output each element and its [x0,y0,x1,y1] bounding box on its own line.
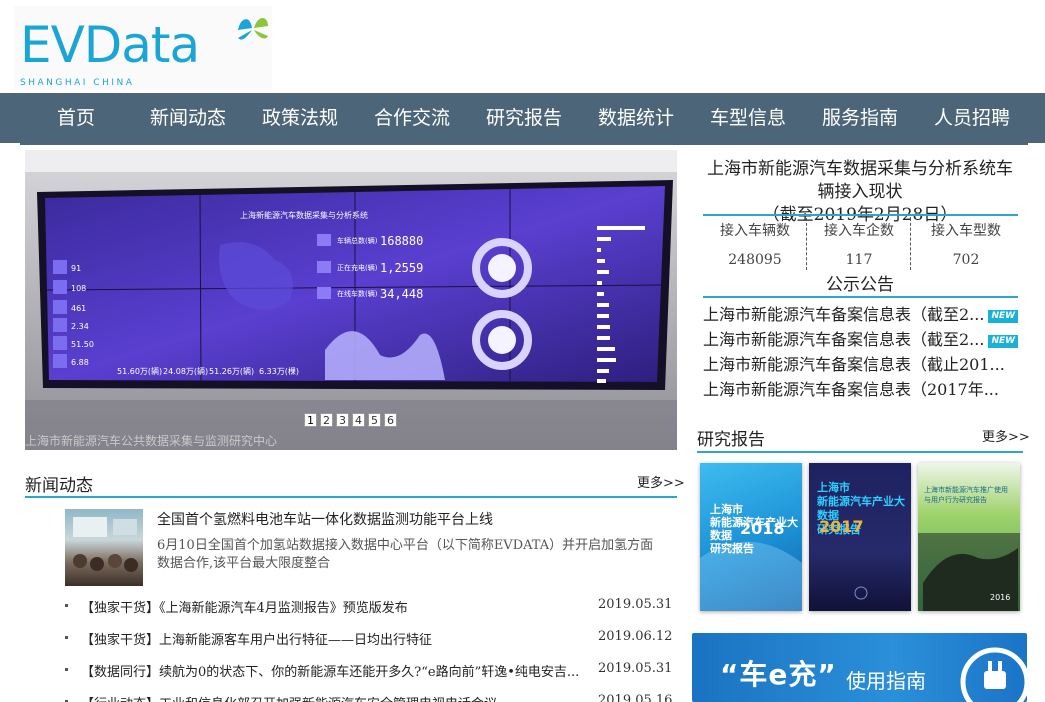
report-cover-2016[interactable]: 上海市新能源汽车推广使用 与用户行为研究报告 2016 [918,463,1020,611]
news-feature-thumbnail[interactable] [65,509,143,586]
pager-dot-2[interactable]: 2 [320,413,333,427]
svg-text:24.08万(辆): 24.08万(辆) [163,366,208,376]
report-cover-2017[interactable]: 上海市 新能源汽车产业大数据 研究报告 2017 [809,463,911,611]
nav-divider [20,143,1028,145]
news-feature-summary: 6月10日全国首个加氢站数据接入数据中心平台（以下简称EVDATA）并开启加氢方… [157,538,654,571]
nav-item-statistics[interactable]: 数据统计 [580,93,692,143]
svg-text:6.33万(棵): 6.33万(棵) [259,366,299,376]
svg-text:正在充电(辆): 正在充电(辆) [337,263,378,272]
news-title: 新闻动态 [25,476,93,496]
site-header: EVData SHANGHAI CHINA [0,0,1045,93]
nav-item-service[interactable]: 服务指南 [804,93,916,143]
report-year: 2016 [990,593,1011,602]
notice-divider [703,296,1018,298]
butterfly-icon [238,18,268,40]
svg-text:34,448: 34,448 [380,287,423,301]
stats-divider [703,214,1018,216]
plug-icon [960,647,1027,702]
new-badge: NEW [988,310,1019,323]
new-badge: NEW [988,335,1019,348]
evdata-logo[interactable]: EVData SHANGHAI CHINA [14,6,272,90]
pager-dot-5[interactable]: 5 [368,413,381,427]
banner-title: “车e充” [720,658,837,691]
report-year: 2018 [740,519,785,538]
main-nav: 首页 新闻动态 政策法规 合作交流 研究报告 数据统计 车型信息 服务指南 人员… [0,93,1045,143]
logo-wordmark: EVData [20,16,200,74]
monitoring-center-image: 上海新能源汽车数据采集与分析系统 91 108 461 2.34 51.50 6… [25,150,677,450]
bottom-stat-row: 51.60万(辆) 24.08万(辆) 51.26万(辆) 6.33万(棵) [117,366,299,376]
pager-dot-1[interactable]: 1 [304,413,317,427]
svg-text:168880: 168880 [380,234,423,248]
svg-text:461: 461 [71,304,86,313]
notice-item[interactable]: 上海市新能源汽车备案信息表（截止201... [703,351,1023,375]
svg-text:1,2559: 1,2559 [380,261,423,275]
nav-item-policy[interactable]: 政策法规 [244,93,356,143]
svg-text:51.60万(辆): 51.60万(辆) [117,366,162,376]
news-feature-title[interactable]: 全国首个氢燃料电池车站一体化数据监测功能平台上线 [157,509,493,529]
stat-models: 接入车型数 702 [931,223,1001,268]
nav-item-jobs[interactable]: 人员招聘 [916,93,1028,143]
svg-text:51.26万(辆): 51.26万(辆) [209,366,254,376]
bullet-icon [65,604,68,607]
pager-dot-6[interactable]: 6 [384,413,397,427]
banner-subtitle: 使用指南 [846,669,926,693]
pager-dot-3[interactable]: 3 [336,413,349,427]
charging-guide-banner[interactable]: “车e充” 使用指南 [692,633,1027,702]
logo-tagline: SHANGHAI CHINA [20,78,135,88]
nav-item-research[interactable]: 研究报告 [468,93,580,143]
nav-item-news[interactable]: 新闻动态 [132,93,244,143]
stats-title: 上海市新能源汽车数据采集与分析系统车辆接入现状 （截至2019年2月28日） [707,159,1013,225]
carousel-caption[interactable]: 上海市新能源汽车公共数据采集与监测研究中心 [25,432,277,450]
notice-item[interactable]: 上海市新能源汽车备案信息表（截至2... NEW [703,301,1023,325]
notice-item[interactable]: 上海市新能源汽车备案信息表（截至2... NEW [703,326,1023,350]
svg-text:108: 108 [71,284,86,293]
reports-title: 研究报告 [697,430,765,450]
news-more-link[interactable]: 更多>> [637,472,685,491]
svg-text:6.88: 6.88 [71,358,89,367]
nav-item-cooperation[interactable]: 合作交流 [356,93,468,143]
reports-more-link[interactable]: 更多>> [982,426,1030,445]
bullet-icon [65,668,68,671]
svg-text:51.50: 51.50 [71,340,94,349]
pager-dot-4[interactable]: 4 [352,413,365,427]
hero-carousel[interactable]: 上海新能源汽车数据采集与分析系统 91 108 461 2.34 51.50 6… [25,150,677,450]
stat-companies: 接入车企数 117 [824,223,894,268]
reports-divider [697,451,1023,453]
bullet-icon [65,636,68,639]
nav-item-home[interactable]: 首页 [20,93,132,143]
notice-item[interactable]: 上海市新能源汽车备案信息表（2017年... [703,376,1023,400]
svg-text:91: 91 [71,264,81,273]
stat-separator [910,218,911,270]
carousel-pager: 1 2 3 4 5 6 [304,413,397,427]
svg-text:在线车数(辆): 在线车数(辆) [337,289,378,298]
report-cover-2018[interactable]: 上海市 新能源汽车产业大数据 研究报告 2018 [700,463,802,611]
news-divider [25,496,677,498]
notice-section-title: 公示公告 [826,275,894,295]
nav-item-models[interactable]: 车型信息 [692,93,804,143]
stat-vehicles: 接入车辆数 248095 [720,223,790,268]
svg-text:2.34: 2.34 [71,322,89,331]
screen-title: 上海新能源汽车数据采集与分析系统 [240,210,368,220]
svg-text:车辆总数(辆): 车辆总数(辆) [337,236,378,245]
